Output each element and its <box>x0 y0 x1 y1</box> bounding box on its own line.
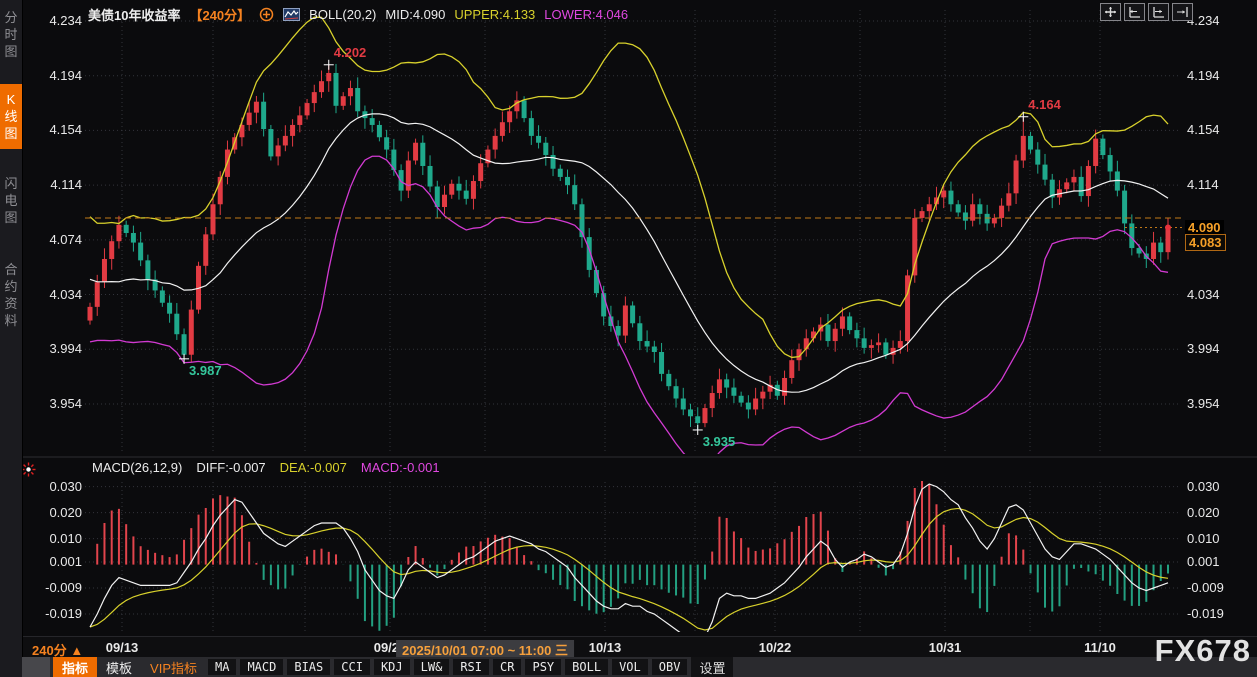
macd-axis-label: 0.020 <box>28 505 82 521</box>
indicator-button-obv[interactable]: OBV <box>652 659 688 675</box>
bollinger-bands-layer <box>90 17 1168 467</box>
x-axis-label: 11/10 <box>1084 640 1116 655</box>
macd-axis-label: -0.019 <box>28 606 82 622</box>
macd-axis-label: 0.001 <box>28 554 82 570</box>
y-axis-label: 4.034 <box>1187 287 1220 303</box>
sidebar-item-label: 分时图 <box>4 9 18 60</box>
y-axis-label: 4.114 <box>28 177 82 193</box>
y-axis-label: 4.154 <box>28 122 82 138</box>
indicator-button-vol[interactable]: VOL <box>612 659 648 675</box>
macd-axis-label: 0.030 <box>1187 479 1220 495</box>
toolbar-handle[interactable] <box>22 657 50 677</box>
macd-axis-label: -0.009 <box>28 580 82 596</box>
indicator-button-list: MAMACDBIASCCIKDJLW&RSICRPSYBOLLVOLOBV <box>206 659 689 675</box>
y-axis-label: 3.994 <box>1187 341 1220 357</box>
period-label[interactable]: 【240分】 <box>189 5 250 24</box>
y-axis-label: 3.954 <box>1187 396 1220 412</box>
x-axis-label: 09/13 <box>106 640 139 655</box>
macd-axis-label: -0.019 <box>1187 606 1224 622</box>
chart-view-tools <box>1100 3 1193 21</box>
last-price-label: 4.083 <box>1185 234 1226 251</box>
macd-axis-label: 0.030 <box>28 479 82 495</box>
sidebar-item-flash-chart[interactable]: 闪电图 <box>0 168 22 233</box>
indicator-button-kdj[interactable]: KDJ <box>374 659 410 675</box>
y-axis-label: 4.194 <box>28 68 82 84</box>
indicator-button-macd[interactable]: MACD <box>240 659 283 675</box>
indicator-button-psy[interactable]: PSY <box>525 659 561 675</box>
chart-header: 美债10年收益率 【240分】 BOLL(20,2) MID:4.090 UPP… <box>88 5 628 24</box>
boll-upper-value: UPPER:4.133 <box>454 7 535 22</box>
indicator-button-cci[interactable]: CCI <box>334 659 370 675</box>
macd-dea-value: DEA:-0.007 <box>280 460 347 475</box>
settings-button[interactable]: 设置 <box>691 657 733 677</box>
y-axis-label: 3.954 <box>28 396 82 412</box>
indicator-button-bias[interactable]: BIAS <box>287 659 330 675</box>
extreme-cross-marker <box>324 60 334 70</box>
y-axis-label: 3.994 <box>28 341 82 357</box>
last-price-dot <box>1165 225 1171 231</box>
boll-mid-value: MID:4.090 <box>385 7 445 22</box>
macd-diff-value: DIFF:-0.007 <box>196 460 265 475</box>
macd-axis-label: 0.010 <box>1187 531 1220 547</box>
add-indicator-icon[interactable] <box>259 7 274 22</box>
mini-chart-icon[interactable] <box>283 8 300 21</box>
sidebar-item-kline-chart[interactable]: K线图 <box>0 84 22 149</box>
indicator-button-boll[interactable]: BOLL <box>565 659 608 675</box>
indicator-toolbar: 指标 模板 VIP指标 MAMACDBIASCCIKDJLW&RSICRPSYB… <box>22 657 1257 677</box>
price-annotation: 3.987 <box>189 363 222 378</box>
tab-indicators[interactable]: 指标 <box>53 657 97 677</box>
price-annotation: 4.202 <box>334 45 367 60</box>
x-axis-row <box>22 636 1257 658</box>
x-axis-label: 10/22 <box>759 640 792 655</box>
x-axis-label: 10/13 <box>589 640 622 655</box>
macd-header: MACD(26,12,9) DIFF:-0.007 DEA:-0.007 MAC… <box>92 460 440 475</box>
macd-axis-label: 0.010 <box>28 531 82 547</box>
macd-layer <box>90 474 1168 648</box>
fx678-watermark: FX678 <box>1155 633 1251 669</box>
sidebar-item-label: K线图 <box>4 91 18 142</box>
scale-right-icon[interactable] <box>1148 3 1169 21</box>
y-axis-label: 4.114 <box>1187 177 1219 193</box>
macd-axis-label: 0.020 <box>1187 505 1220 521</box>
sidebar-item-time-chart[interactable]: 分时图 <box>0 2 22 67</box>
x-axis-label: 10/31 <box>929 640 962 655</box>
y-axis-label: 4.154 <box>1187 122 1220 138</box>
symbol-title: 美债10年收益率 <box>88 5 180 24</box>
chart-type-sidebar: 分时图 K线图 闪电图 合约资料 <box>0 0 23 677</box>
chart-canvas <box>0 0 1257 660</box>
scale-left-icon[interactable] <box>1124 3 1145 21</box>
price-annotation: 4.164 <box>1028 97 1061 112</box>
macd-macd-value: MACD:-0.001 <box>361 460 440 475</box>
indicator-button-ma[interactable]: MA <box>208 659 236 675</box>
y-axis-label: 4.034 <box>28 287 82 303</box>
y-axis-label: 4.234 <box>28 13 82 29</box>
price-annotation: 3.935 <box>703 434 736 449</box>
sidebar-item-label: 闪电图 <box>4 175 18 226</box>
crosshair-icon[interactable] <box>1100 3 1121 21</box>
macd-params-label: MACD(26,12,9) <box>92 460 182 475</box>
boll-lower-value: LOWER:4.046 <box>544 7 628 22</box>
indicator-button-cr[interactable]: CR <box>493 659 521 675</box>
boll-indicator-label: BOLL(20,2) <box>309 7 376 22</box>
y-axis-label: 4.074 <box>28 232 82 248</box>
macd-axis-label: -0.009 <box>1187 580 1224 596</box>
trading-app: 分时图 K线图 闪电图 合约资料 美债10年收益率 【240分】 BOLL(20… <box>0 0 1257 677</box>
tab-templates[interactable]: 模板 <box>97 657 141 677</box>
macd-axis-label: 0.001 <box>1187 554 1220 570</box>
sidebar-item-contract-info[interactable]: 合约资料 <box>0 254 22 336</box>
tab-vip-indicators[interactable]: VIP指标 <box>141 657 206 677</box>
indicator-button-lw[interactable]: LW& <box>414 659 450 675</box>
y-axis-label: 4.194 <box>1187 68 1220 84</box>
extreme-cross-marker <box>693 425 703 435</box>
sidebar-item-label: 合约资料 <box>4 261 18 329</box>
indicator-button-rsi[interactable]: RSI <box>453 659 489 675</box>
pan-right-icon[interactable] <box>1172 3 1193 21</box>
